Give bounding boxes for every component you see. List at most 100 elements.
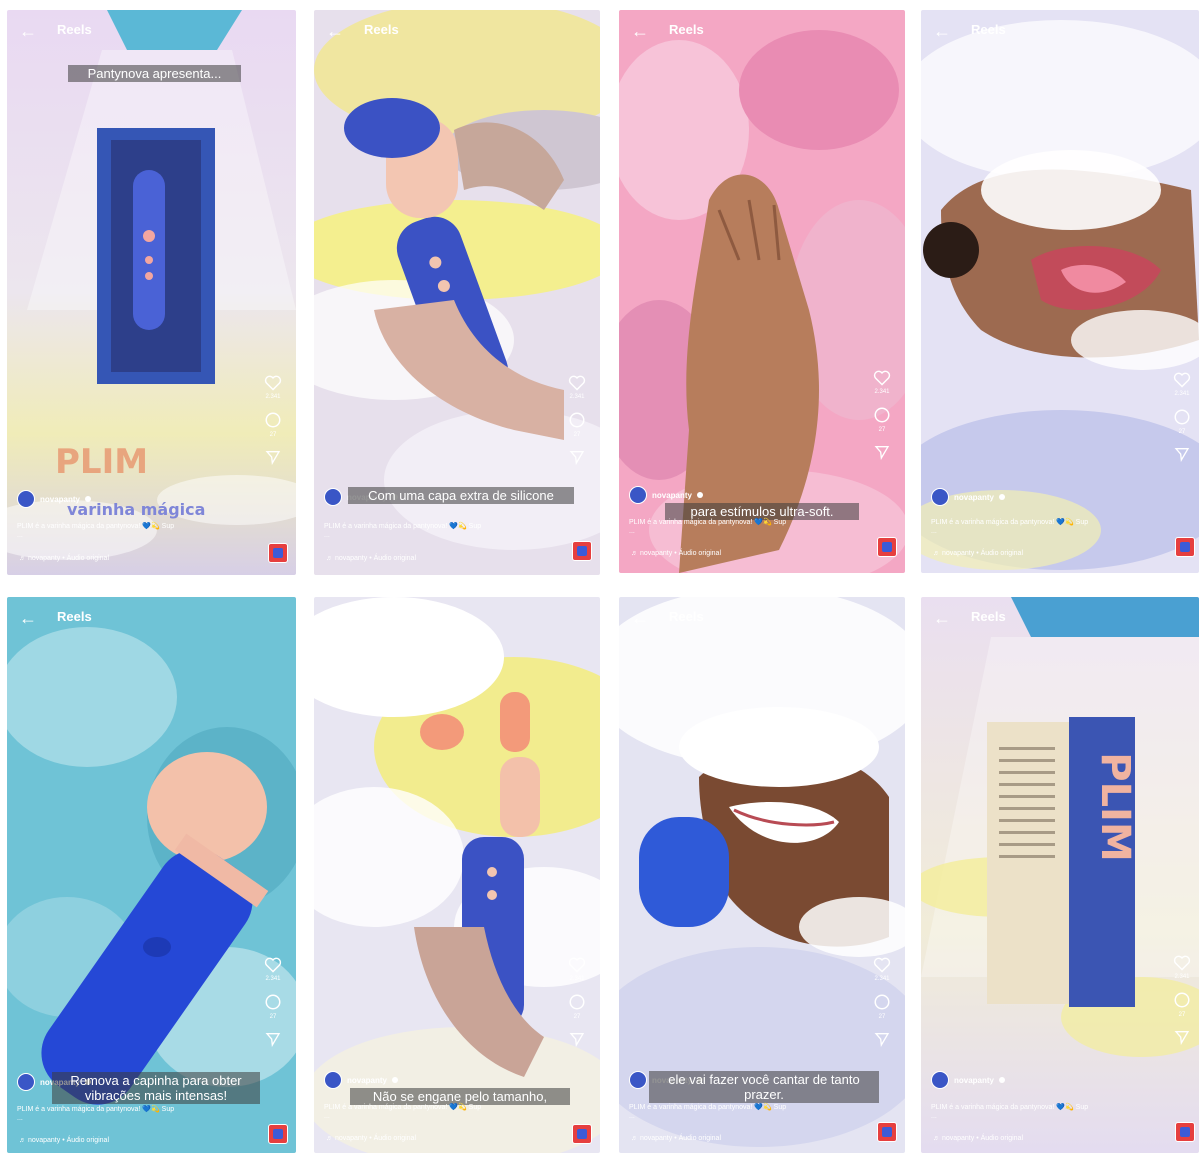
reel-panel-7[interactable]: ← Reels 2.341 27 novapanty ele vai fazer… — [619, 597, 905, 1153]
audio-thumbnail-icon[interactable] — [1175, 537, 1195, 557]
caption-more[interactable]: ... — [931, 1113, 937, 1120]
share-send-icon[interactable] — [265, 1031, 281, 1047]
reel-author[interactable]: novapanty — [17, 490, 92, 508]
reel-author[interactable]: novapanty — [629, 486, 704, 504]
back-arrow-icon[interactable]: ← — [19, 20, 37, 42]
caption-more[interactable]: ... — [17, 532, 23, 539]
audio-thumbnail-icon[interactable] — [572, 541, 592, 561]
back-arrow-icon[interactable]: ← — [19, 607, 37, 629]
share-send-icon[interactable] — [874, 1031, 890, 1047]
author-avatar[interactable] — [629, 486, 647, 504]
back-arrow-icon[interactable]: ← — [933, 607, 951, 629]
audio-thumbnail-icon[interactable] — [877, 537, 897, 557]
comment-icon[interactable] — [264, 411, 282, 429]
author-avatar[interactable] — [324, 1071, 342, 1089]
reel-panel-8[interactable]: PLIM ← Reels 2.341 27 novapanty PLIM é a… — [921, 597, 1199, 1153]
reel-video-frame — [619, 597, 905, 1153]
audio-attribution[interactable]: ♬ novapanty • Áudio original — [631, 550, 721, 557]
comment-icon[interactable] — [568, 411, 586, 429]
reel-caption[interactable]: PLIM é a varinha mágica da pantynova! 💙💫… — [17, 1105, 174, 1113]
author-username[interactable]: novapanty — [954, 493, 994, 502]
audio-attribution[interactable]: ♬ novapanty • Áudio original — [19, 555, 109, 562]
reel-caption[interactable]: PLIM é a varinha mágica da pantynova! 💙💫… — [629, 518, 786, 526]
audio-thumbnail-icon[interactable] — [268, 543, 288, 563]
audio-thumbnail-icon[interactable] — [1175, 1122, 1195, 1142]
author-avatar[interactable] — [17, 490, 35, 508]
reel-panel-3[interactable]: ← Reels 2.341 27 novapanty para estímulo… — [619, 10, 905, 573]
share-send-icon[interactable] — [265, 449, 281, 465]
like-heart-icon[interactable] — [873, 957, 891, 973]
reel-panel-5[interactable]: ← Reels 2.341 27 novapanty Remova a capi… — [7, 597, 296, 1153]
like-heart-icon[interactable] — [1173, 955, 1191, 971]
author-avatar[interactable] — [931, 1071, 949, 1089]
audio-attribution[interactable]: ♬ novapanty • Áudio original — [933, 550, 1023, 557]
back-arrow-icon[interactable]: ← — [631, 607, 649, 629]
like-count: 2.341 — [569, 976, 585, 982]
comment-icon[interactable] — [873, 993, 891, 1011]
reel-author[interactable]: novapanty — [931, 488, 1006, 506]
back-arrow-icon[interactable]: ← — [933, 20, 951, 42]
share-send-icon[interactable] — [569, 449, 585, 465]
reel-caption[interactable]: PLIM é a varinha mágica da pantynova! 💙💫… — [931, 1103, 1088, 1111]
video-subtitle: ele vai fazer você cantar de tanto praze… — [649, 1071, 879, 1103]
like-heart-icon[interactable] — [568, 957, 586, 973]
audio-thumbnail-icon[interactable] — [877, 1122, 897, 1142]
reel-caption[interactable]: PLIM é a varinha mágica da pantynova! 💙💫… — [324, 1103, 481, 1111]
audio-attribution[interactable]: ♬ novapanty • Áudio original — [933, 1135, 1023, 1142]
share-send-icon[interactable] — [569, 1031, 585, 1047]
caption-more[interactable]: ... — [629, 1113, 635, 1120]
reel-panel-2[interactable]: ← Reels 2.341 27 novapanty Com uma capa … — [314, 10, 600, 575]
reel-caption[interactable]: PLIM é a varinha mágica da pantynova! 💙💫… — [17, 522, 174, 530]
author-avatar[interactable] — [324, 488, 342, 506]
share-send-icon[interactable] — [874, 444, 890, 460]
like-heart-icon[interactable] — [264, 375, 282, 391]
reel-caption[interactable]: PLIM é a varinha mágica da pantynova! 💙💫… — [324, 522, 481, 530]
action-rail: 2.341 27 — [564, 375, 590, 465]
reel-panel-6[interactable]: ← Reels 2.341 27 novapanty Não se engane… — [314, 597, 600, 1153]
author-username[interactable]: novapanty — [652, 491, 692, 500]
comment-icon[interactable] — [264, 993, 282, 1011]
audio-attribution[interactable]: ♬ novapanty • Áudio original — [631, 1135, 721, 1142]
reel-author[interactable]: novapanty — [931, 1071, 1006, 1089]
author-username[interactable]: novapanty — [40, 495, 80, 504]
reel-panel-1[interactable]: PLIM varinha mágica ← Reels Pantynova ap… — [7, 10, 296, 575]
author-avatar[interactable] — [629, 1071, 647, 1089]
comment-icon[interactable] — [1173, 991, 1191, 1009]
author-username[interactable]: novapanty — [347, 1076, 387, 1085]
comment-icon[interactable] — [873, 406, 891, 424]
author-avatar[interactable] — [17, 1073, 35, 1091]
audio-thumbnail-icon[interactable] — [572, 1124, 592, 1144]
reels-header: ← Reels — [314, 20, 600, 44]
audio-attribution[interactable]: ♬ novapanty • Áudio original — [326, 555, 416, 562]
video-subtitle: Com uma capa extra de silicone — [348, 487, 574, 504]
caption-more[interactable]: ... — [931, 528, 937, 535]
caption-more[interactable]: ... — [324, 1113, 330, 1120]
like-heart-icon[interactable] — [1173, 372, 1191, 388]
verified-badge-icon — [999, 1077, 1006, 1083]
reel-caption[interactable]: PLIM é a varinha mágica da pantynova! 💙💫… — [629, 1103, 786, 1111]
caption-more[interactable]: ... — [629, 528, 635, 535]
back-arrow-icon[interactable]: ← — [326, 20, 344, 42]
like-heart-icon[interactable] — [873, 370, 891, 386]
audio-thumbnail-icon[interactable] — [268, 1124, 288, 1144]
reels-title: Reels — [57, 22, 92, 37]
audio-attribution[interactable]: ♬ novapanty • Áudio original — [326, 1135, 416, 1142]
like-heart-icon[interactable] — [568, 375, 586, 391]
action-rail: 2.341 27 — [1169, 372, 1195, 462]
comment-icon[interactable] — [568, 993, 586, 1011]
author-avatar[interactable] — [931, 488, 949, 506]
caption-more[interactable]: ... — [17, 1115, 23, 1122]
share-send-icon[interactable] — [1174, 446, 1190, 462]
back-arrow-icon[interactable]: ← — [631, 20, 649, 42]
reel-author[interactable]: novapanty — [324, 1071, 399, 1089]
like-heart-icon[interactable] — [264, 957, 282, 973]
reel-panel-4[interactable]: ← Reels 2.341 27 novapanty PLIM é a vari… — [921, 10, 1199, 573]
caption-more[interactable]: ... — [324, 532, 330, 539]
author-username[interactable]: novapanty — [954, 1076, 994, 1085]
comment-icon[interactable] — [1173, 408, 1191, 426]
share-send-icon[interactable] — [1174, 1029, 1190, 1045]
audio-attribution[interactable]: ♬ novapanty • Áudio original — [19, 1137, 109, 1144]
back-arrow-icon[interactable]: ← — [326, 607, 344, 629]
reel-caption[interactable]: PLIM é a varinha mágica da pantynova! 💙💫… — [931, 518, 1088, 526]
reels-title: Reels — [971, 22, 1006, 37]
